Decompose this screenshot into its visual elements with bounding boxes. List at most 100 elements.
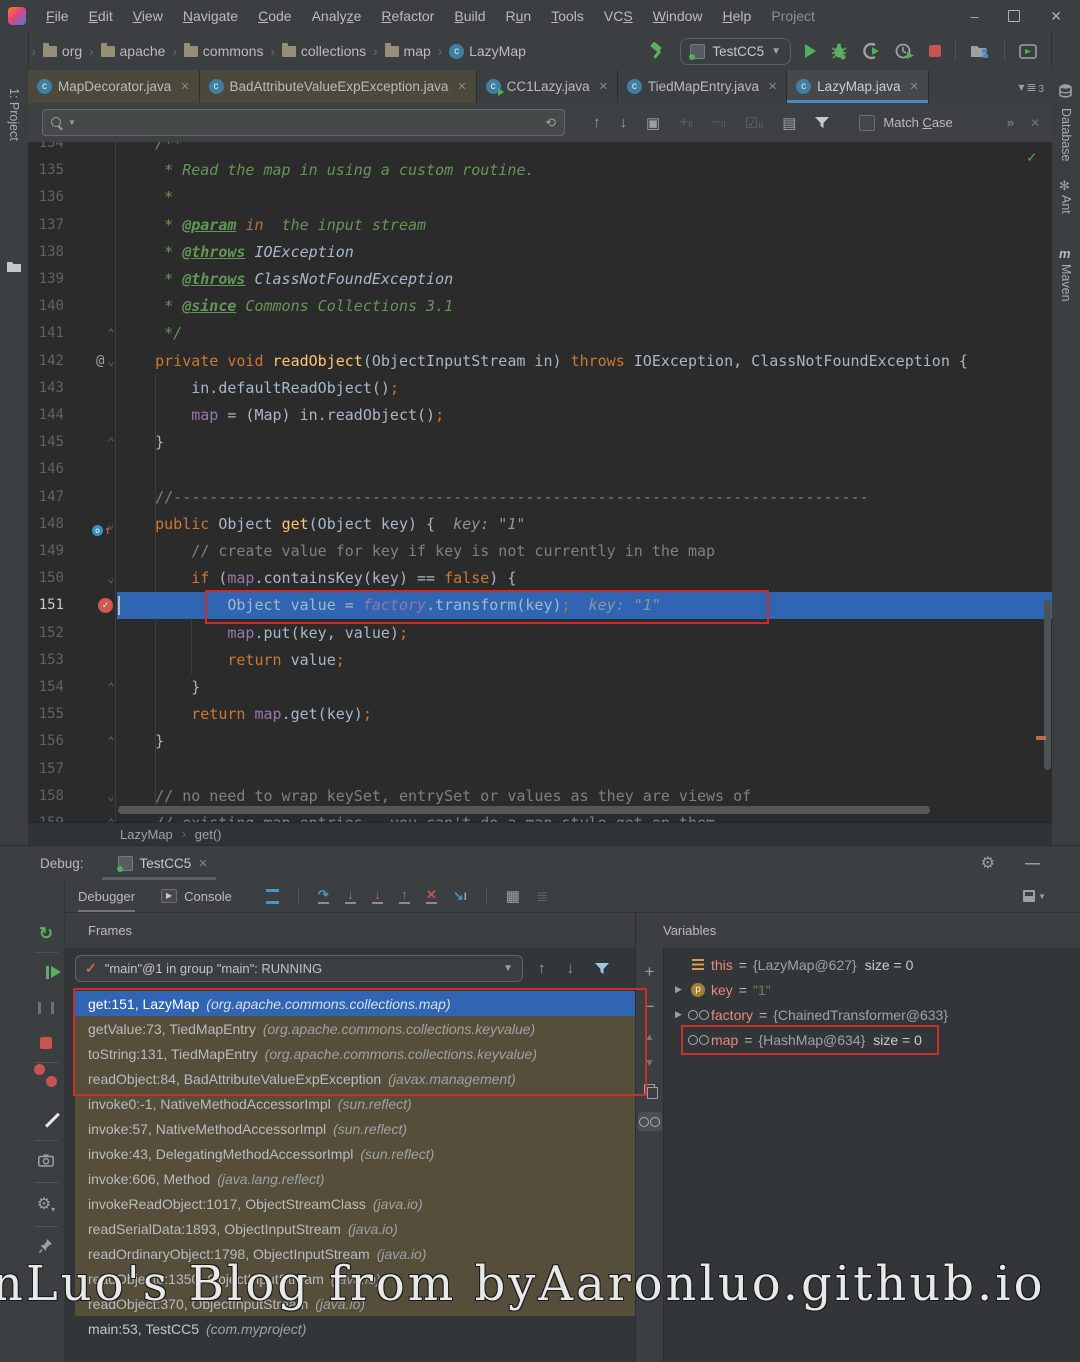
remove-selection-icon[interactable]: −II xyxy=(712,114,726,131)
search-options-icon[interactable]: ▤ xyxy=(782,114,796,132)
menu-item-refactor[interactable]: Refactor xyxy=(371,8,444,24)
code-line[interactable]: 137 * @param in the input stream xyxy=(28,212,1052,240)
frame-row[interactable]: invokeReadObject:1017, ObjectStreamClass… xyxy=(75,1191,635,1216)
rerun-button[interactable]: ↻ xyxy=(39,924,53,944)
code-line[interactable]: 135 * Read the map in using a custom rou… xyxy=(28,157,1052,185)
code-line[interactable]: 143 in.defaultReadObject(); xyxy=(28,375,1052,403)
menu-item-code[interactable]: Code xyxy=(248,8,301,24)
code-line[interactable]: 139 * @throws ClassNotFoundException xyxy=(28,266,1052,294)
tab-debugger[interactable]: Debugger xyxy=(78,880,135,912)
run-dashboard-button[interactable] xyxy=(1019,44,1037,59)
code-line[interactable]: 148o↑⌄ public Object get(Object key) { k… xyxy=(28,511,1052,539)
build-hammer-icon[interactable] xyxy=(648,42,666,60)
maximize-window-icon[interactable] xyxy=(1008,10,1020,22)
menu-item-file[interactable]: File xyxy=(36,8,79,24)
stop-button[interactable] xyxy=(929,45,941,57)
code-line[interactable]: 154⌃ } xyxy=(28,674,1052,702)
ant-tool-button[interactable]: Ant xyxy=(1059,195,1073,214)
settings-gear-icon[interactable]: ⚙ xyxy=(981,853,995,873)
check-selection-icon[interactable]: ☑II xyxy=(745,114,763,132)
close-icon[interactable]: ✕ xyxy=(457,80,466,93)
editor-horizontal-scrollbar[interactable] xyxy=(118,806,930,814)
tab-lazymap-java[interactable]: cLazyMap.java✕ xyxy=(787,70,929,103)
variable-row[interactable]: ▶factory={ChainedTransformer@633} xyxy=(670,1002,1080,1027)
code-line[interactable]: 136 * xyxy=(28,184,1052,212)
code-line[interactable]: 151✓ Object value = factory.transform(ke… xyxy=(28,592,1052,620)
editor-vertical-scrollbar[interactable] xyxy=(1044,600,1051,770)
frame-row[interactable]: main:53, TestCC5(com.myproject) xyxy=(75,1316,635,1341)
frame-row[interactable]: invoke:43, DelegatingMethodAccessorImpl(… xyxy=(75,1141,635,1166)
hide-panel-icon[interactable]: — xyxy=(1025,855,1040,872)
search-history-chevron-icon[interactable]: ▼ xyxy=(68,118,76,127)
thread-selector[interactable]: ✓ "main"@1 in group "main": RUNNING ▼ xyxy=(75,955,523,982)
breadcrumb-item-lazymap[interactable]: cLazyMap xyxy=(447,43,528,59)
code-editor[interactable]: 134 /**135 * Read the map in using a cus… xyxy=(28,142,1052,822)
code-line[interactable]: 141⌃ */ xyxy=(28,320,1052,348)
fold-end-icon[interactable]: ⌃ xyxy=(104,728,118,755)
code-line[interactable]: 142@⌄ private void readObject(ObjectInpu… xyxy=(28,348,1052,376)
breadcrumb-item-map[interactable]: map xyxy=(383,43,433,59)
menu-item-help[interactable]: Help xyxy=(713,8,762,24)
menu-item-navigate[interactable]: Navigate xyxy=(173,8,248,24)
code-line[interactable]: 152 map.put(key, value); xyxy=(28,620,1052,648)
run-button[interactable] xyxy=(805,44,816,58)
code-line[interactable]: 156⌃ } xyxy=(28,728,1052,756)
fold-end-icon[interactable]: ⌃ xyxy=(104,674,118,701)
code-line[interactable]: 138 * @throws IOException xyxy=(28,239,1052,267)
tab-mapdecorator-java[interactable]: cMapDecorator.java✕ xyxy=(28,70,200,103)
code-line[interactable]: 134 /** xyxy=(28,142,1052,158)
menu-item-run[interactable]: Run xyxy=(496,8,542,24)
thread-dump-camera-button[interactable] xyxy=(38,1154,54,1167)
menu-item-project[interactable]: Project xyxy=(761,8,825,24)
force-step-into-icon[interactable]: ↓ xyxy=(372,888,383,904)
run-with-coverage-button[interactable] xyxy=(862,42,881,60)
pin-button[interactable] xyxy=(39,1238,53,1253)
match-case-checkbox[interactable] xyxy=(859,115,875,131)
frame-row[interactable]: invoke:57, NativeMethodAccessorImpl(sun.… xyxy=(75,1116,635,1141)
code-line[interactable]: 153 return value; xyxy=(28,647,1052,675)
code-line[interactable]: 146 xyxy=(28,456,1052,484)
error-stripe-mark[interactable] xyxy=(1036,736,1046,740)
menu-item-vcs[interactable]: VCS xyxy=(594,8,643,24)
code-line[interactable]: 144 map = (Map) in.readObject(); xyxy=(28,402,1052,430)
expand-arrow-icon[interactable]: ▶ xyxy=(670,984,687,995)
newline-icon[interactable]: ⟲ xyxy=(545,115,556,131)
breakpoint-icon[interactable]: ✓ xyxy=(98,598,113,613)
add-selection-icon[interactable]: +II xyxy=(679,114,693,131)
match-case-option[interactable]: Match Case xyxy=(859,115,952,131)
fold-start-icon[interactable]: ⌄ xyxy=(104,511,118,538)
select-all-occurrences-icon[interactable]: ▣ xyxy=(646,114,660,132)
close-icon[interactable]: ✕ xyxy=(198,857,207,870)
next-occurrence-icon[interactable]: ↓ xyxy=(620,114,628,131)
profiler-button[interactable] xyxy=(895,42,915,60)
tab-console[interactable]: ▶ Console xyxy=(161,880,232,912)
menu-item-view[interactable]: View xyxy=(123,8,173,24)
breadcrumb-item-collections[interactable]: collections xyxy=(280,43,368,59)
frame-row[interactable]: readSerialData:1893, ObjectInputStream(j… xyxy=(75,1216,635,1241)
fold-start-icon[interactable]: ⌄ xyxy=(104,565,118,592)
variable-row[interactable]: ▶pkey="1" xyxy=(670,977,1080,1002)
minimize-window-icon[interactable]: – xyxy=(970,8,978,24)
project-tool-button[interactable]: 1: Project xyxy=(7,88,21,141)
project-structure-button[interactable] xyxy=(970,43,990,59)
close-find-icon[interactable]: ✕ xyxy=(1030,116,1040,130)
tab-badattributevalueexpexception-java[interactable]: cBadAttributeValueExpException.java✕ xyxy=(200,70,477,103)
previous-frame-icon[interactable]: ↑ xyxy=(538,960,546,977)
fold-end-icon[interactable]: ⌃ xyxy=(104,810,118,822)
layout-settings-icon[interactable]: ▼ xyxy=(1023,890,1046,902)
menu-item-edit[interactable]: Edit xyxy=(79,8,123,24)
close-icon[interactable]: ✕ xyxy=(180,80,189,93)
next-frame-icon[interactable]: ↓ xyxy=(567,960,575,977)
filter-icon[interactable] xyxy=(815,117,829,129)
code-line[interactable]: 150⌄ if (map.containsKey(key) == false) … xyxy=(28,565,1052,593)
code-line[interactable]: 145⌃ } xyxy=(28,429,1052,457)
tab-tiedmapentry-java[interactable]: cTiedMapEntry.java✕ xyxy=(618,70,787,103)
fold-start-icon[interactable]: ⌄ xyxy=(104,348,118,375)
variable-row[interactable]: this={LazyMap@627}size = 0 xyxy=(670,952,1080,977)
breadcrumb-class[interactable]: LazyMap xyxy=(120,827,173,842)
drop-frame-icon[interactable]: ✕ xyxy=(426,888,437,904)
breadcrumb-item-org[interactable]: org xyxy=(41,43,84,59)
code-line[interactable]: 157 xyxy=(28,756,1052,784)
frame-row[interactable]: invoke:606, Method(java.lang.reflect) xyxy=(75,1166,635,1191)
step-over-icon[interactable]: ↷ xyxy=(318,888,329,904)
